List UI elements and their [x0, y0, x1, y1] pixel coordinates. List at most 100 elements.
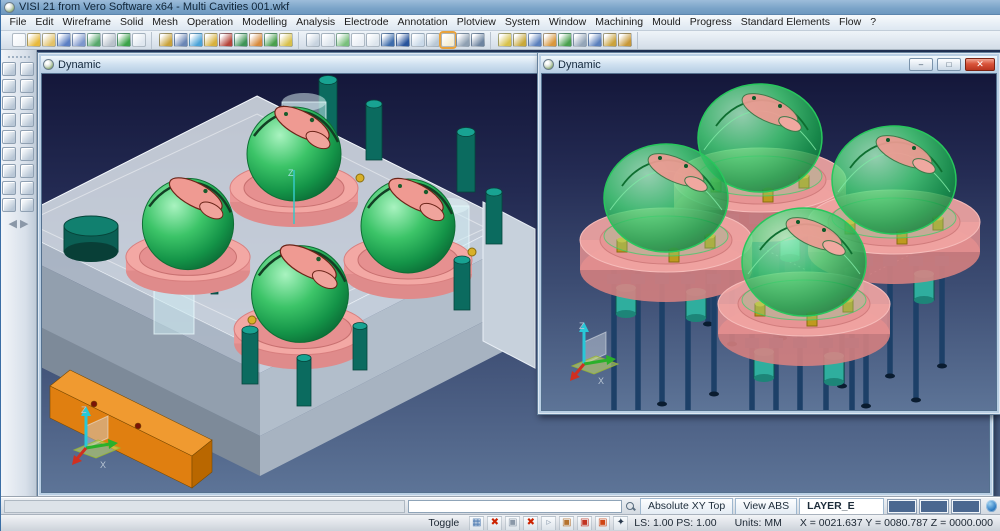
erase-entity-icon[interactable] — [20, 62, 34, 76]
info-icon[interactable] — [2, 181, 16, 195]
layer-edit-icon[interactable] — [20, 96, 34, 110]
select-edge-icon[interactable] — [411, 33, 425, 47]
dynamic-rotate-icon[interactable] — [219, 33, 233, 47]
filter-text-icon[interactable] — [366, 33, 380, 47]
minimize-button[interactable]: – — [909, 58, 933, 71]
dynamic-window-right[interactable]: Dynamic – □ ✕ — [537, 52, 1000, 415]
workflow-icon[interactable] — [618, 33, 632, 47]
smart-point-icon[interactable] — [2, 96, 16, 110]
insert-file-icon[interactable] — [42, 33, 56, 47]
filter-wireframe-icon[interactable] — [336, 33, 350, 47]
menu-electrode[interactable]: Electrode — [340, 15, 393, 30]
menu-plotview[interactable]: Plotview — [452, 15, 500, 30]
menu-window[interactable]: Window — [544, 15, 590, 30]
modify-icon[interactable] — [543, 33, 557, 47]
search-icon[interactable] — [624, 500, 636, 513]
erase-icon[interactable] — [159, 33, 173, 47]
frame-select-icon[interactable] — [2, 79, 16, 93]
color-swatch-2[interactable] — [920, 500, 948, 513]
solid-snap-icon[interactable]: ▣ — [595, 516, 610, 531]
attributes-icon[interactable] — [513, 33, 527, 47]
menu-operation[interactable]: Operation — [182, 15, 237, 30]
filter-solids-icon[interactable] — [306, 33, 320, 47]
selection-options-icon[interactable] — [471, 33, 485, 47]
box-snap-icon[interactable]: ▣ — [559, 516, 574, 531]
new-document-icon[interactable] — [12, 33, 26, 47]
coordinate-mode-button[interactable]: Absolute XY Top — [640, 498, 733, 515]
toolbar-grip[interactable] — [8, 56, 30, 58]
menu-machining[interactable]: Machining — [591, 15, 648, 30]
clipboard-icon[interactable] — [2, 147, 16, 161]
save-all-icon[interactable] — [72, 33, 86, 47]
color-swatch-3[interactable] — [952, 500, 980, 513]
split-view-icon[interactable] — [132, 33, 146, 47]
workplane-icon[interactable] — [20, 181, 34, 195]
view-mode-button[interactable]: View ABS — [735, 498, 797, 515]
sketch-edit-icon[interactable] — [20, 79, 34, 93]
axes-icon[interactable] — [2, 113, 16, 127]
menu-modelling[interactable]: Modelling — [238, 15, 292, 30]
color-swatch-1[interactable] — [888, 500, 916, 513]
view-orientation-icon[interactable] — [249, 33, 263, 47]
select-face-icon[interactable] — [396, 33, 410, 47]
properties-icon[interactable] — [528, 33, 542, 47]
menu-solid[interactable]: Solid — [115, 15, 147, 30]
plot-icon[interactable] — [117, 33, 131, 47]
shaded-view-icon[interactable] — [234, 33, 248, 47]
toolbox-icon[interactable] — [2, 198, 16, 212]
grid-off-icon[interactable]: ✖ — [487, 516, 502, 531]
menu-wireframe[interactable]: Wireframe — [58, 15, 115, 30]
menu-system[interactable]: System — [500, 15, 544, 30]
app-titlebar[interactable]: VISI 21 from Vero Software x64 - Multi C… — [1, 0, 1000, 15]
menu-analysis[interactable]: Analysis — [292, 15, 340, 30]
camera-view-icon[interactable] — [174, 33, 188, 47]
measure-3d-icon[interactable] — [573, 33, 587, 47]
validate-icon[interactable] — [558, 33, 572, 47]
lock-selection-icon[interactable] — [456, 33, 470, 47]
surface-create-icon[interactable] — [20, 130, 34, 144]
layer-manager-icon[interactable] — [498, 33, 512, 47]
refresh-view-icon[interactable] — [264, 33, 278, 47]
cursor-mode-icon[interactable]: ✦ — [613, 516, 628, 531]
menu-progress[interactable]: Progress — [685, 15, 736, 30]
view-rotate-icon[interactable] — [2, 130, 16, 144]
menu-mould[interactable]: Mould — [648, 15, 686, 30]
command-input[interactable] — [408, 500, 622, 513]
active-layer-button[interactable]: LAYER_E — [799, 498, 884, 515]
close-button[interactable]: ✕ — [965, 58, 995, 71]
point-snap-off-icon[interactable]: ✖ — [523, 516, 538, 531]
print-icon[interactable] — [102, 33, 116, 47]
filter-surfaces-icon[interactable] — [321, 33, 335, 47]
menu-edit[interactable]: Edit — [31, 15, 58, 30]
query-icon[interactable] — [2, 164, 16, 178]
filter-points-icon[interactable] — [351, 33, 365, 47]
open-file-icon[interactable] — [27, 33, 41, 47]
solid-box-icon[interactable] — [20, 147, 34, 161]
standard-parts-icon[interactable] — [603, 33, 617, 47]
toggle-label[interactable]: Toggle — [428, 517, 459, 529]
menu-standard-elements[interactable]: Standard Elements — [736, 15, 834, 30]
menu-annotation[interactable]: Annotation — [393, 15, 452, 30]
globe-icon[interactable] — [986, 500, 997, 512]
dimension-icon[interactable] — [20, 164, 34, 178]
menu-file[interactable]: File — [5, 15, 31, 30]
menu-flow[interactable]: Flow — [835, 15, 866, 30]
menu-?[interactable]: ? — [866, 15, 881, 30]
pan-view-icon[interactable] — [279, 33, 293, 47]
curve-edit-icon[interactable] — [20, 113, 34, 127]
active-selection-icon[interactable] — [441, 33, 455, 47]
menu-mesh[interactable]: Mesh — [148, 15, 183, 30]
zoom-window-icon[interactable] — [2, 62, 16, 76]
file-transfer-icon[interactable] — [87, 33, 101, 47]
trace-icon[interactable]: ▹ — [541, 516, 556, 531]
forward-arrow-icon[interactable]: ▶ — [20, 218, 28, 230]
restore-button[interactable]: □ — [937, 58, 961, 71]
select-body-icon[interactable] — [381, 33, 395, 47]
select-vertex-icon[interactable] — [426, 33, 440, 47]
mail-icon[interactable] — [20, 198, 34, 212]
save-icon[interactable] — [57, 33, 71, 47]
zoom-extents-icon[interactable] — [189, 33, 203, 47]
window-snap-icon[interactable]: ▦ — [469, 516, 484, 531]
back-arrow-icon[interactable]: ◀ — [9, 218, 17, 230]
ortho-snap-icon[interactable]: ▣ — [505, 516, 520, 531]
